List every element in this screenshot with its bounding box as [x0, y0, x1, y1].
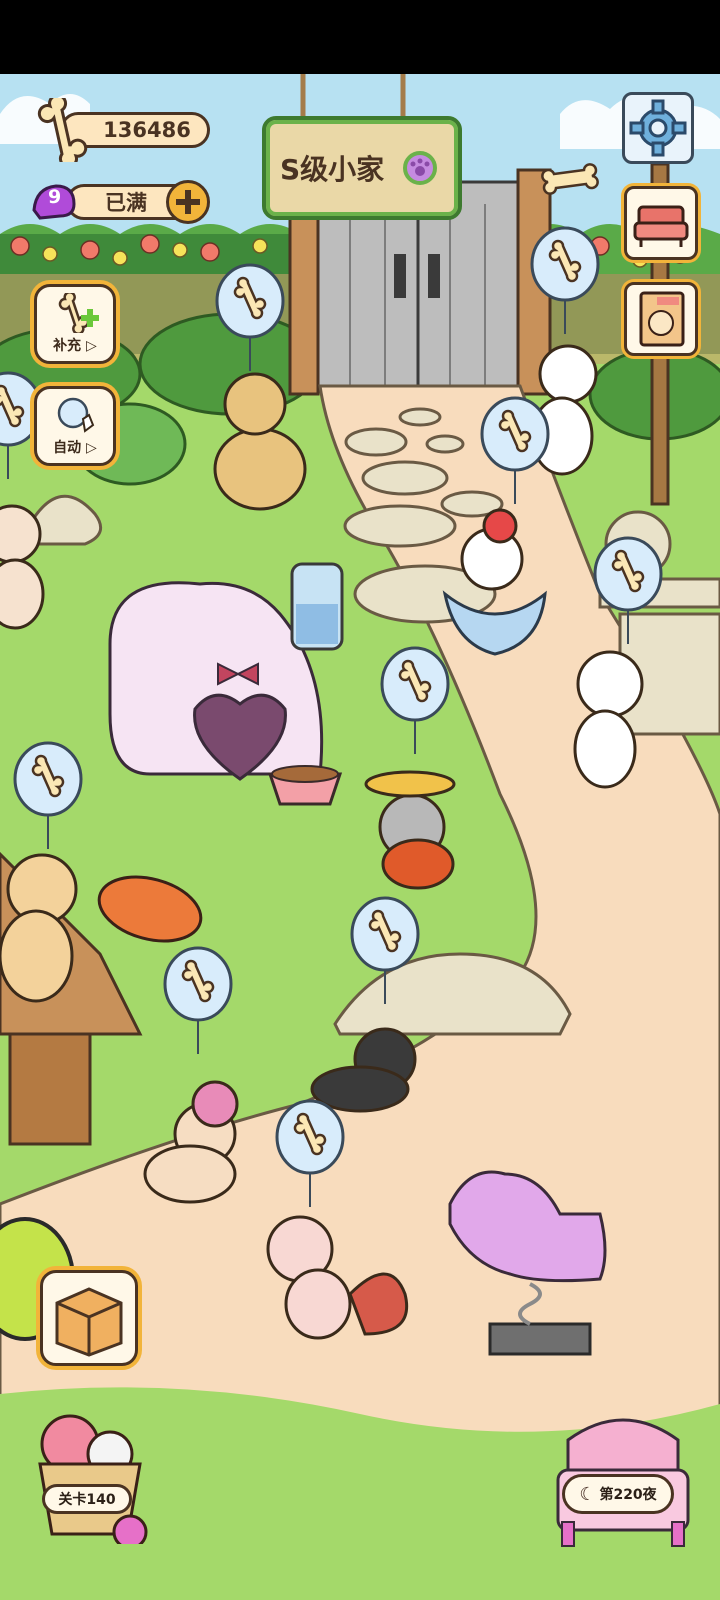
auto-label: 自动 ▷ — [53, 440, 97, 456]
dog-book-icon — [639, 291, 685, 347]
night-label: 第220夜 — [599, 1487, 657, 1503]
stage-label: 关卡140 — [58, 1492, 116, 1508]
gear-icon — [629, 99, 687, 157]
level-number: 9 — [48, 186, 62, 208]
game-scene: 136486 已满 9 S级小家 补充 ▷ 自动 ▷ 关卡140 ☾ 第220夜 — [0, 74, 720, 1600]
night-label-pill: ☾ 第220夜 — [562, 1474, 674, 1514]
refill-label: 补充 ▷ — [53, 338, 97, 354]
stage-button[interactable]: 关卡140 — [30, 1414, 150, 1550]
refill-button[interactable]: 补充 ▷ — [34, 284, 116, 364]
album-button[interactable] — [624, 282, 698, 356]
bone-icon — [37, 98, 88, 162]
auto-button[interactable]: 自动 ▷ — [34, 386, 116, 466]
auto-tap-icon — [57, 397, 95, 433]
bones-count: 136486 — [103, 118, 191, 142]
plus-icon — [176, 190, 200, 214]
sofa-icon — [633, 205, 689, 247]
storage-box-button[interactable] — [40, 1270, 138, 1366]
paw-coin-icon — [403, 151, 437, 185]
house-title-sign: S级小家 — [262, 116, 462, 220]
bone-plus-icon — [58, 293, 99, 333]
settings-button[interactable] — [622, 92, 694, 164]
house-title: S级小家 — [280, 153, 385, 186]
night-button[interactable]: ☾ 第220夜 — [548, 1410, 698, 1550]
bone-decoration-icon — [541, 163, 599, 195]
furniture-button[interactable] — [624, 186, 698, 260]
yarn-ball-icon — [38, 1414, 148, 1550]
stage-label-pill: 关卡140 — [42, 1484, 132, 1514]
cardboard-box-icon — [55, 1287, 123, 1357]
moon-icon: ☾ — [579, 1483, 596, 1505]
level-badge: 9 — [30, 180, 78, 222]
energy-status: 已满 — [105, 191, 147, 215]
add-energy-button[interactable] — [166, 180, 210, 224]
